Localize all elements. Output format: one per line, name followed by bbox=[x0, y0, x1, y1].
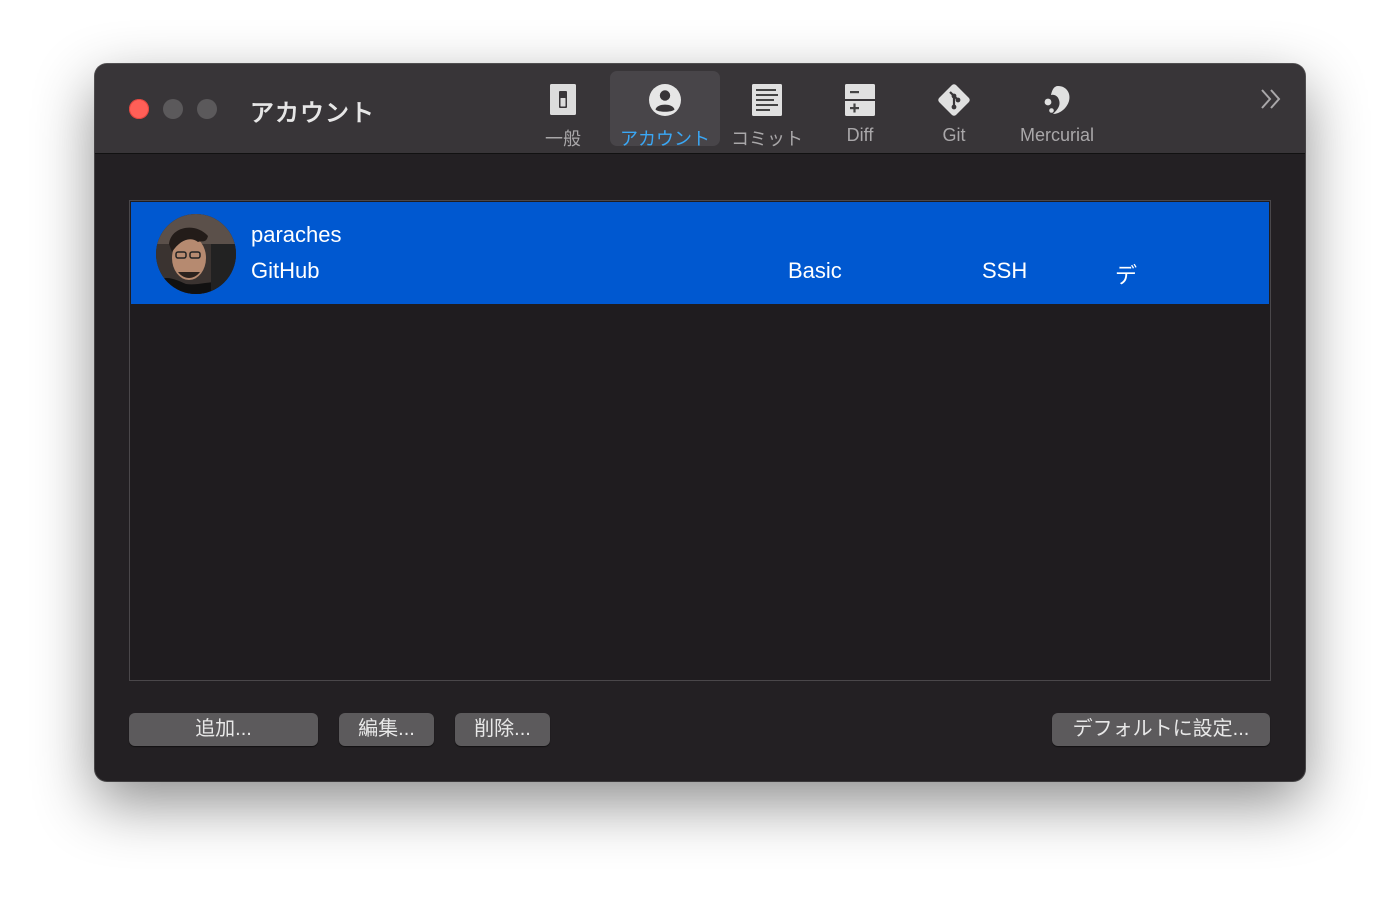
tab-general[interactable]: 一般 bbox=[525, 71, 601, 149]
commit-document-icon bbox=[752, 84, 782, 116]
general-switch-icon bbox=[550, 84, 576, 115]
account-auth-type: Basic bbox=[788, 258, 842, 283]
account-person-icon bbox=[649, 84, 681, 116]
tab-mercurial-label: Mercurial bbox=[1019, 125, 1094, 145]
add-account-button[interactable]: 追加... bbox=[129, 713, 318, 746]
account-protocol: SSH bbox=[982, 258, 1028, 283]
title-bar: アカウント 一般 アカウント コミット Diff Git Mercurial bbox=[95, 64, 1305, 154]
account-row[interactable]: paraches GitHub Basic SSH デ bbox=[131, 202, 1269, 304]
tab-git-label: Git bbox=[942, 125, 966, 145]
avatar bbox=[156, 214, 236, 294]
minimize-window-button[interactable] bbox=[163, 99, 183, 119]
tab-mercurial[interactable]: Mercurial bbox=[1007, 71, 1107, 146]
tab-account-label: アカウント bbox=[620, 129, 710, 149]
account-default: デ bbox=[1115, 263, 1138, 288]
set-default-button[interactable]: デフォルトに設定... bbox=[1052, 713, 1270, 746]
diff-icon bbox=[845, 84, 875, 116]
double-chevron-right-icon bbox=[1261, 89, 1281, 109]
preferences-window: アカウント 一般 アカウント コミット Diff Git Mercurial p… bbox=[95, 64, 1305, 781]
tab-commit[interactable]: コミット bbox=[727, 71, 807, 149]
window-title: アカウント bbox=[250, 100, 375, 127]
git-icon bbox=[938, 84, 970, 116]
tab-account[interactable]: アカウント bbox=[610, 71, 720, 149]
tab-diff-label: Diff bbox=[846, 125, 874, 145]
tab-diff[interactable]: Diff bbox=[823, 71, 897, 146]
account-list[interactable]: paraches GitHub Basic SSH デ bbox=[129, 200, 1271, 681]
tab-commit-label: コミット bbox=[731, 129, 803, 149]
edit-account-button[interactable]: 編集... bbox=[339, 713, 434, 746]
tab-general-label: 一般 bbox=[545, 129, 581, 149]
account-username: paraches bbox=[251, 222, 342, 247]
delete-account-button[interactable]: 削除... bbox=[455, 713, 550, 746]
account-service: GitHub bbox=[251, 258, 320, 283]
mercurial-icon bbox=[1044, 86, 1070, 114]
toolbar-overflow-chevron-icon[interactable] bbox=[1259, 86, 1283, 118]
zoom-window-button[interactable] bbox=[197, 99, 217, 119]
close-window-button[interactable] bbox=[129, 99, 149, 119]
tab-git[interactable]: Git bbox=[917, 71, 991, 146]
user-photo-icon bbox=[156, 214, 236, 294]
